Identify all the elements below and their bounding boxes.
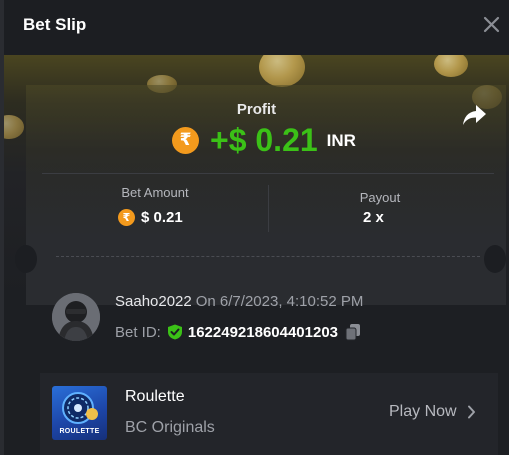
avatar-image <box>52 293 100 341</box>
stat-divider <box>268 185 269 232</box>
close-icon[interactable] <box>483 16 500 33</box>
modal-header: Bet Slip <box>4 0 509 55</box>
game-provider: BC Originals <box>125 419 215 436</box>
rupee-coin-icon: ₹ <box>118 209 135 226</box>
bet-datetime: On 6/7/2023, 4:10:52 PM <box>195 293 364 310</box>
copy-icon[interactable] <box>345 323 361 341</box>
play-now-button[interactable]: Play Now <box>389 403 476 421</box>
modal-title: Bet Slip <box>23 15 87 34</box>
payout-label: Payout <box>359 190 401 205</box>
user-line: Saaho2022 On 6/7/2023, 4:10:52 PM <box>115 293 363 310</box>
game-name: Roulette <box>125 388 185 405</box>
game-thumbnail-text: ROULETTE <box>59 428 100 435</box>
bet-amount-value: $ 0.21 <box>141 209 183 226</box>
bet-summary-card <box>26 85 506 305</box>
bet-slip-modal: Bet Slip Profit ₹ +$ 0.21 INR Bet Amount… <box>4 0 509 455</box>
coin-decoration <box>259 55 305 87</box>
game-thumbnail[interactable]: ROULETTE <box>52 386 107 440</box>
bet-amount-label: Bet Amount <box>121 185 189 200</box>
ticket-notch-left <box>15 245 37 273</box>
ticket-notch-right <box>484 245 506 273</box>
profit-row: ₹ +$ 0.21 INR <box>172 122 356 158</box>
profit-amount: +$ 0.21 <box>210 121 318 158</box>
rupee-coin-icon: ₹ <box>172 126 199 154</box>
play-now-label: Play Now <box>389 403 457 420</box>
bet-id-label: Bet ID: <box>115 323 161 341</box>
ticket-tear-line <box>56 256 480 257</box>
shield-check-icon <box>167 324 182 340</box>
bet-amount-value-row: ₹ $ 0.21 <box>118 209 183 226</box>
coin-decoration <box>4 115 24 139</box>
profit-currency: INR <box>326 131 356 150</box>
payout-value: 2 x <box>363 209 384 226</box>
username[interactable]: Saaho2022 <box>115 293 192 310</box>
coin-decoration <box>434 55 468 77</box>
chevron-right-icon <box>467 405 475 419</box>
bet-id-value: 162249218604401203 <box>187 323 339 341</box>
card-divider <box>42 173 494 174</box>
avatar[interactable] <box>52 293 100 341</box>
bet-id-row: Bet ID: 162249218604401203 <box>115 322 361 342</box>
share-icon[interactable] <box>462 104 487 126</box>
profit-label: Profit <box>236 101 277 118</box>
